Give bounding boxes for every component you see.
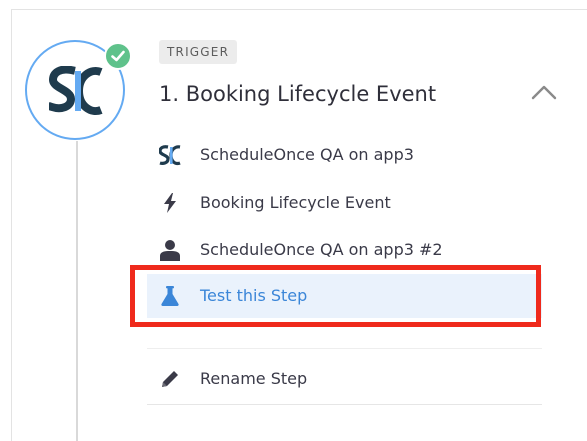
panel-left-border <box>11 9 12 441</box>
user-icon <box>160 240 180 261</box>
step-complete-check-icon <box>104 42 132 70</box>
rename-step-button[interactable]: Rename Step <box>147 357 542 401</box>
scheduleonce-icon <box>159 145 181 166</box>
chevron-up-icon[interactable] <box>531 84 557 100</box>
scheduleonce-logo-icon <box>49 66 103 115</box>
detail-app-account[interactable]: ScheduleOnce QA on app3 <box>147 133 542 177</box>
panel-top-border <box>11 9 587 10</box>
lightning-icon <box>164 193 176 213</box>
step-timeline-line <box>76 141 78 441</box>
detail-trigger-event[interactable]: Booking Lifecycle Event <box>147 181 542 225</box>
divider <box>147 348 542 349</box>
detail-label: Booking Lifecycle Event <box>200 193 391 212</box>
detail-label: ScheduleOnce QA on app3 <box>200 145 414 164</box>
step-title[interactable]: 1. Booking Lifecycle Event <box>159 82 436 106</box>
zap-editor-page: TRIGGER 1. Booking Lifecycle Event Sched… <box>0 0 587 441</box>
trigger-badge: TRIGGER <box>159 40 238 64</box>
detail-label: ScheduleOnce QA on app3 #2 <box>200 240 443 259</box>
annotation-highlight-box <box>130 265 541 327</box>
rename-step-label: Rename Step <box>200 369 308 388</box>
divider <box>147 404 542 405</box>
pencil-icon <box>162 371 178 387</box>
